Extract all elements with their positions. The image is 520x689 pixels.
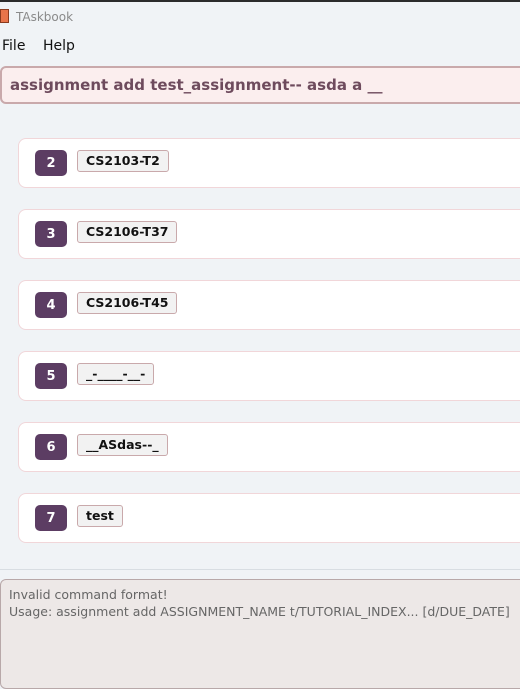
tutorial-card[interactable]: 6 __ASdas--_ — [18, 422, 520, 472]
tutorial-name-tag: _-____-__- — [77, 363, 155, 385]
result-message-line: Invalid command format! — [9, 587, 168, 602]
tutorial-index-badge: 6 — [35, 434, 67, 460]
tutorial-index-badge: 4 — [35, 292, 67, 318]
tutorial-card[interactable]: 3 CS2106-T37 — [18, 209, 520, 259]
window-title: TAskbook — [16, 10, 74, 24]
menu-help[interactable]: Help — [43, 38, 75, 54]
title-bar: TAskbook — [0, 0, 520, 32]
command-input[interactable] — [0, 66, 520, 104]
tutorial-card[interactable]: 7 test — [18, 493, 520, 543]
tutorial-card[interactable]: 5 _-____-__- — [18, 351, 520, 401]
tutorial-name-tag: __ASdas--_ — [77, 434, 168, 456]
tutorial-name-tag: CS2106-T37 — [77, 221, 178, 243]
divider — [0, 569, 520, 570]
tutorial-name-tag: CS2103-T2 — [77, 150, 169, 172]
tutorial-name-tag: test — [77, 505, 123, 527]
tutorial-index-badge: 2 — [35, 150, 67, 176]
tutorial-card[interactable]: 2 CS2103-T2 — [18, 138, 520, 188]
tutorial-index-badge: 5 — [35, 363, 67, 389]
menu-bar: File Help — [0, 32, 520, 60]
tutorial-list[interactable]: 2 CS2103-T2 3 CS2106-T37 4 CS2106-T45 5 … — [0, 112, 520, 567]
tutorial-index-badge: 7 — [35, 505, 67, 531]
app-icon — [0, 9, 9, 23]
tutorial-card[interactable]: 4 CS2106-T45 — [18, 280, 520, 330]
tutorial-name-tag: CS2106-T45 — [77, 292, 178, 314]
result-usage-line: Usage: assignment add ASSIGNMENT_NAME t/… — [9, 604, 510, 619]
menu-file[interactable]: File — [2, 38, 25, 54]
tutorial-index-badge: 3 — [35, 221, 67, 247]
result-display[interactable]: Invalid command format! Usage: assignmen… — [0, 579, 520, 689]
